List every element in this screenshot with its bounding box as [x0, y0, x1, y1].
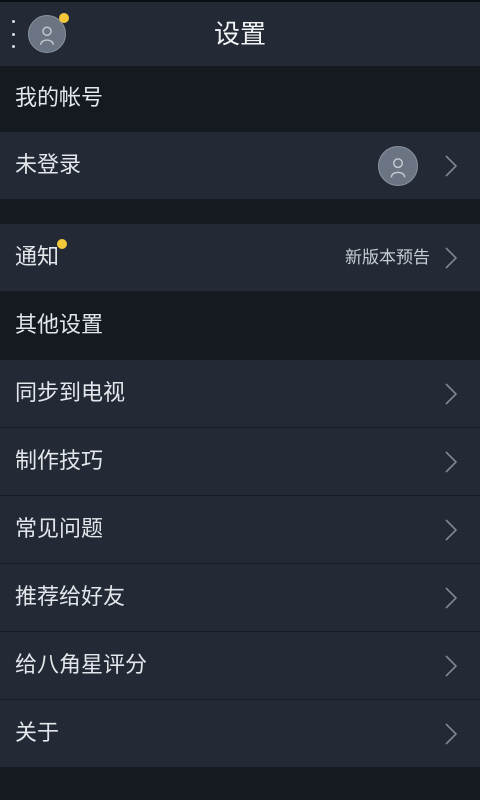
chevron-right-icon: [445, 155, 458, 177]
chevron-right-icon: [445, 723, 458, 745]
settings-item-sync-tv[interactable]: 同步到电视: [0, 360, 480, 428]
section-header-account: 我的帐号: [0, 66, 480, 132]
section-title: 我的帐号: [15, 86, 104, 111]
row-label: 同步到电视: [15, 381, 126, 406]
settings-item-recommend[interactable]: 推荐给好友: [0, 564, 480, 632]
overflow-menu-icon[interactable]: [6, 20, 20, 48]
page-title: 设置: [213, 20, 266, 50]
chevron-right-icon: [445, 519, 458, 541]
row-label: 制作技巧: [15, 449, 104, 474]
chevron-right-icon: [445, 587, 458, 609]
notification-dot-icon: [59, 13, 69, 23]
notification-row[interactable]: 通知 新版本预告: [0, 224, 480, 292]
section-header-other: 其他设置: [0, 292, 480, 360]
section-divider: [0, 200, 480, 224]
settings-item-faq[interactable]: 常见问题: [0, 496, 480, 564]
row-label: 通知: [15, 245, 60, 270]
settings-item-rate[interactable]: 给八角星评分: [0, 632, 480, 700]
row-label: 给八角星评分: [15, 653, 148, 678]
account-avatar-icon: [378, 146, 418, 186]
settings-item-tips[interactable]: 制作技巧: [0, 428, 480, 496]
row-value: 新版本预告: [345, 248, 430, 268]
chevron-right-icon: [445, 655, 458, 677]
account-login-row[interactable]: 未登录: [0, 132, 480, 200]
row-label: 未登录: [15, 153, 82, 178]
row-label: 推荐给好友: [15, 585, 126, 610]
notification-dot-icon: [57, 239, 67, 249]
section-title: 其他设置: [15, 313, 104, 338]
row-label: 关于: [15, 721, 60, 746]
chevron-right-icon: [445, 247, 458, 269]
settings-item-about[interactable]: 关于: [0, 700, 480, 768]
row-label: 常见问题: [15, 517, 104, 542]
settings-screen: 设置 我的帐号 未登录 通知 新版本预告 其他设置 同步到电视 制作技巧 常见问…: [0, 0, 480, 800]
chevron-right-icon: [445, 451, 458, 473]
bottom-filler: [0, 768, 480, 800]
top-bar: 设置: [0, 0, 480, 66]
chevron-right-icon: [445, 383, 458, 405]
